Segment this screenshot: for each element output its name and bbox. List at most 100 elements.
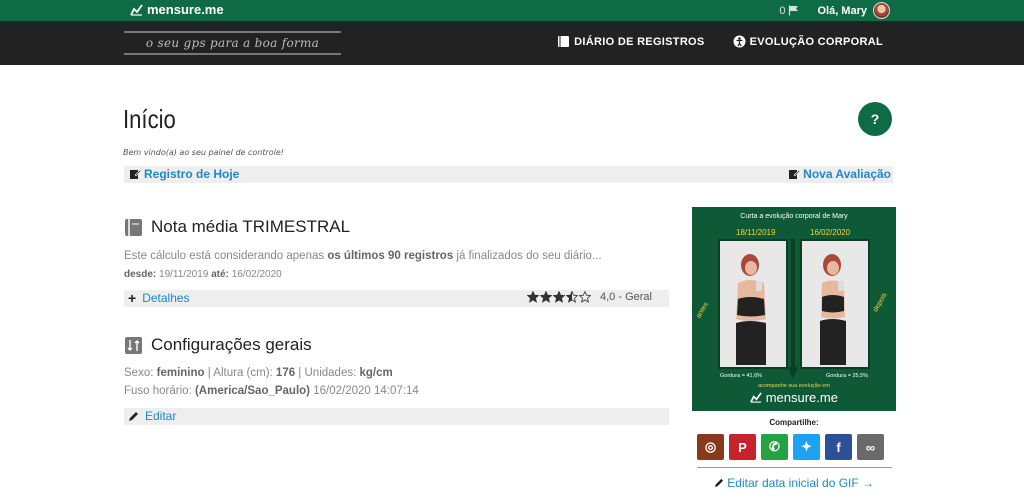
- star-half-icon: [566, 291, 578, 303]
- brand-name: mensure.me: [147, 2, 224, 17]
- page-title: Início: [123, 104, 176, 134]
- registro-hoje-link[interactable]: Registro de Hoje: [129, 167, 239, 181]
- pencil-icon: [714, 478, 724, 488]
- nota-desc-bold: os últimos 90 registros: [327, 250, 454, 262]
- altura-label: Altura (cm):: [213, 367, 273, 379]
- brand-logo[interactable]: mensure.me: [130, 2, 224, 17]
- rating-label: 4,0 - Geral: [600, 291, 652, 303]
- pencil-icon: [129, 411, 138, 421]
- nota-to-label: até:: [211, 269, 229, 280]
- fuso-value: (America/Sao_Paulo): [194, 385, 311, 397]
- pinterest-share-button[interactable]: P: [729, 434, 756, 460]
- pinterest-icon: P: [738, 439, 747, 455]
- fuso-label: Fuso horário:: [124, 385, 192, 397]
- star-rating: 4,0 - Geral: [527, 291, 652, 303]
- whatsapp-share-button[interactable]: ✆: [761, 434, 788, 460]
- gif-date-after: 16/02/2020: [810, 228, 851, 237]
- nav-diario[interactable]: DIÁRIO DE REGISTROS: [557, 35, 704, 48]
- nota-to: 16/02/2020: [231, 269, 282, 280]
- nota-desc-suffix: já finalizados do seu diário...: [453, 250, 602, 262]
- nota-section-title: Nota média TRIMESTRAL: [124, 217, 350, 237]
- chart-logo-icon: [130, 4, 143, 16]
- instagram-share-button[interactable]: ◎: [697, 434, 724, 460]
- facebook-share-button[interactable]: f: [825, 434, 852, 460]
- avatar[interactable]: [873, 2, 890, 19]
- after-silhouette: [820, 254, 846, 365]
- gif-fat-before: Gordura = 41,6%: [720, 373, 763, 379]
- plus-icon: +: [128, 290, 137, 306]
- link-icon: ∞: [865, 439, 876, 455]
- edit-note-icon: [130, 169, 141, 179]
- top-bar: mensure.me 0 Olá, Mary: [0, 0, 1024, 21]
- nota-title: Nota média TRIMESTRAL: [151, 217, 351, 236]
- nota-details-bar: + Detalhes 4,0 - Geral: [124, 290, 669, 307]
- gif-title: Curta a evolução corporal de Mary: [740, 213, 848, 220]
- facebook-icon: f: [836, 439, 841, 455]
- nota-from: 19/11/2019: [159, 269, 209, 280]
- body-icon: [733, 35, 746, 48]
- share-buttons: ◎ P ✆ ✦ f ∞: [697, 434, 884, 460]
- link-share-button[interactable]: ∞: [857, 434, 884, 460]
- book-icon: [125, 218, 142, 236]
- star-empty-icon: [579, 291, 591, 303]
- user-greeting[interactable]: Olá, Mary: [817, 5, 867, 17]
- gif-antes: antes: [695, 301, 710, 320]
- book-icon: [558, 36, 570, 47]
- nota-desc-prefix: Este cálculo está considerando apenas: [124, 250, 328, 262]
- evolution-gif[interactable]: Curta a evolução corporal de Mary 18/11/…: [692, 207, 896, 411]
- unidades-label: Unidades:: [304, 367, 357, 379]
- quick-actions-bar: Registro de Hoje Nova Avaliação: [124, 166, 893, 183]
- whatsapp-icon: ✆: [769, 439, 780, 454]
- registro-hoje-label: Registro de Hoje: [144, 167, 240, 181]
- nova-avaliacao-label: Nova Avaliação: [803, 167, 891, 181]
- config-line-1: Sexo: feminino | Altura (cm): 176 | Unid…: [124, 367, 393, 379]
- notification-count: 0: [779, 4, 786, 17]
- gif-follow-text: acompanhe sua evolução em: [758, 383, 830, 389]
- gif-brand-name: mensure.me: [765, 390, 838, 405]
- sexo-value: feminino: [156, 367, 205, 379]
- notifications[interactable]: 0: [779, 5, 799, 17]
- altura-value: 176: [275, 367, 296, 379]
- before-silhouette: [736, 254, 766, 365]
- instagram-icon: ◎: [704, 439, 717, 454]
- down-arrow-icon: [788, 239, 798, 379]
- nova-avaliacao-link[interactable]: Nova Avaliação: [788, 167, 891, 181]
- unidades-value: kg/cm: [359, 367, 393, 379]
- edit-gif-label: Editar data inicial do GIF →: [727, 476, 875, 490]
- flag-icon: [789, 5, 799, 16]
- editar-label: Editar: [145, 409, 177, 423]
- nav-evolucao-label: EVOLUÇÃO CORPORAL: [749, 35, 883, 48]
- main-navbar: o seu gps para a boa forma DIÁRIO DE REG…: [0, 21, 1024, 65]
- help-button[interactable]: ?: [858, 102, 892, 136]
- config-title: Configurações gerais: [151, 335, 312, 354]
- star-full-icon: [553, 291, 565, 303]
- twitter-share-button[interactable]: ✦: [793, 434, 820, 460]
- gif-depois: depois: [872, 291, 889, 314]
- nota-description: Este cálculo está considerando apenas os…: [124, 250, 602, 262]
- nota-date-range: desde: 19/11/2019 até: 16/02/2020: [124, 269, 282, 280]
- editar-link[interactable]: Editar: [128, 409, 176, 423]
- sexo-label: Sexo:: [124, 367, 154, 379]
- settings-icon: [125, 336, 142, 354]
- star-full-icon: [527, 291, 539, 303]
- welcome-text: Bem vindo(a) ao seu painel de controle!: [123, 148, 285, 157]
- share-label: Compartilhe:: [769, 418, 819, 427]
- tagline: o seu gps para a boa forma: [124, 31, 341, 55]
- detalhes-label: Detalhes: [142, 291, 190, 305]
- user-area: 0 Olá, Mary: [779, 2, 890, 19]
- config-edit-bar: Editar: [124, 408, 669, 425]
- gif-brand: mensure.me: [692, 390, 896, 405]
- nav-links: DIÁRIO DE REGISTROS EVOLUÇÃO CORPORAL: [557, 35, 883, 48]
- detalhes-link[interactable]: + Detalhes: [128, 291, 190, 305]
- before-photo: [718, 239, 788, 369]
- edit-gif-date-link[interactable]: Editar data inicial do GIF →: [692, 476, 896, 490]
- config-line-2: Fuso horário: (America/Sao_Paulo) 16/02/…: [124, 385, 419, 397]
- chart-logo-icon: [750, 392, 762, 403]
- config-section-title: Configurações gerais: [124, 335, 312, 355]
- gif-fat-after: Gordura = 25,5%: [826, 373, 869, 379]
- nav-evolucao[interactable]: EVOLUÇÃO CORPORAL: [733, 35, 883, 48]
- nav-diario-label: DIÁRIO DE REGISTROS: [574, 35, 705, 48]
- divider: [697, 467, 892, 468]
- edit-note-icon: [789, 169, 801, 179]
- fuso-time: 16/02/2020 14:07:14: [313, 385, 419, 397]
